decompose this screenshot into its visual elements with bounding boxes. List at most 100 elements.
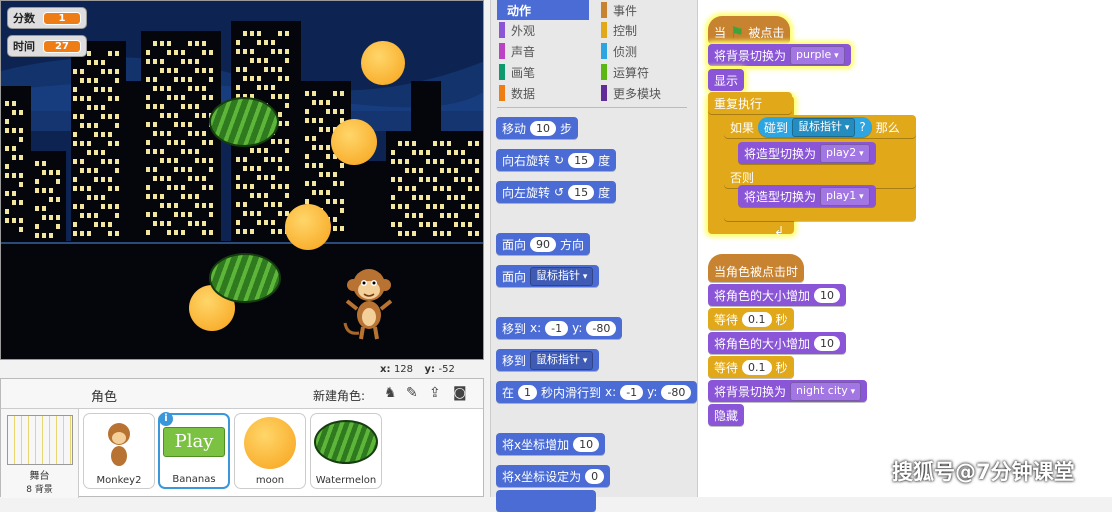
category-pen[interactable]: 画笔 [497, 62, 535, 82]
costume-dropdown[interactable]: play1 [820, 186, 870, 206]
point-direction-block[interactable]: 面向 90 方向 [496, 233, 591, 255]
building-window [73, 87, 77, 92]
switch-backdrop-block[interactable]: 将背景切换为 night city [708, 380, 868, 402]
y-input[interactable]: -80 [586, 320, 617, 336]
monkey-sprite[interactable] [339, 263, 399, 343]
category-data[interactable]: 数据 [497, 83, 535, 103]
scripts-area[interactable]: 当 ⚑ 被点击 将背景切换为purple 显示 重复执行 如果 碰到 鼠标指针 … [698, 0, 1112, 497]
choose-sprite-icon[interactable]: ♞ [384, 385, 397, 401]
x-change-input[interactable]: 10 [573, 436, 600, 452]
x-input[interactable]: -1 [620, 384, 644, 400]
costume-dropdown[interactable]: play2 [820, 143, 870, 163]
point-towards-block[interactable]: 面向 鼠标指针 [496, 265, 600, 287]
category-more-blocks[interactable]: 更多模块 [599, 83, 661, 103]
sprite-tile-selected[interactable]: i Play Bananas [158, 412, 230, 489]
direction-input[interactable]: 90 [530, 236, 557, 252]
category-sound[interactable]: 声音 [497, 41, 535, 61]
paint-sprite-icon[interactable]: ✎ [406, 385, 418, 401]
camera-icon[interactable]: ◙ [453, 385, 467, 401]
turn-right-block[interactable]: 向右旋转 ↻ 15 度 [496, 149, 617, 171]
category-looks[interactable]: 外观 [497, 20, 535, 40]
forever-header[interactable]: 重复执行 [708, 92, 792, 114]
stage[interactable]: 分数 1 时间 27 [0, 0, 484, 360]
building-window [19, 137, 23, 142]
size-input[interactable]: 10 [814, 335, 841, 351]
category-motion[interactable]: 动作 [497, 0, 589, 20]
building-window [12, 110, 16, 115]
building-window [101, 150, 105, 155]
building-window [108, 141, 112, 146]
goto-dropdown[interactable]: 鼠标指针 [530, 350, 594, 370]
x-input[interactable]: -1 [545, 320, 569, 336]
backdrop-dropdown[interactable]: night city [790, 381, 862, 401]
size-input[interactable]: 10 [814, 287, 841, 303]
touching-dropdown[interactable]: 鼠标指针 [792, 117, 856, 137]
switch-costume-block[interactable]: 将造型切换为 play1 [738, 185, 876, 207]
move-steps-block[interactable]: 移动 10 步 [496, 117, 579, 139]
upload-sprite-icon[interactable]: ⇪ [429, 385, 441, 401]
degrees-input[interactable]: 15 [568, 184, 595, 200]
set-x-block[interactable]: 将x坐标设定为 0 [496, 465, 611, 487]
category-operators[interactable]: 运算符 [599, 62, 649, 82]
score-monitor[interactable]: 分数 1 [7, 7, 87, 29]
sprite-tile[interactable]: moon [234, 413, 306, 489]
stage-thumbnail[interactable]: 舞台 8 背景 [1, 409, 79, 498]
building-window [101, 204, 105, 209]
building-window [101, 60, 105, 65]
category-sensing[interactable]: 侦测 [599, 41, 637, 61]
category-events[interactable]: 事件 [599, 0, 637, 20]
steps-input[interactable]: 10 [530, 120, 557, 136]
moon-sprite[interactable] [285, 204, 331, 250]
show-block[interactable]: 显示 [708, 69, 745, 91]
info-icon[interactable]: i [159, 412, 173, 426]
wait-input[interactable]: 0.1 [742, 359, 772, 375]
building-window [285, 58, 289, 63]
wait-block[interactable]: 等待 0.1 秒 [708, 308, 794, 330]
change-size-block[interactable]: 将角色的大小增加 10 [708, 284, 847, 306]
sprite-tile[interactable]: Monkey2 [83, 413, 155, 489]
moon-sprite[interactable] [331, 119, 377, 165]
goto-xy-block[interactable]: 移到 x: -1 y: -80 [496, 317, 623, 339]
backdrop-dropdown[interactable]: purple [790, 45, 845, 65]
watermelon-sprite[interactable] [209, 253, 281, 303]
building-window [167, 131, 171, 136]
seconds-input[interactable]: 1 [518, 384, 538, 400]
x-value-input[interactable]: 0 [585, 468, 605, 484]
building-window [160, 203, 164, 208]
when-flag-clicked-block[interactable]: 当 ⚑ 被点击 [708, 16, 791, 44]
y-input[interactable]: -80 [661, 384, 692, 400]
turn-left-block[interactable]: 向左旋转 ↺ 15 度 [496, 181, 617, 203]
when-sprite-clicked-block[interactable]: 当角色被点击时 [708, 254, 805, 282]
degrees-input[interactable]: 15 [568, 152, 595, 168]
goto-block[interactable]: 移到 鼠标指针 [496, 349, 600, 371]
next-block-partial[interactable] [496, 490, 596, 512]
glide-block[interactable]: 在 1 秒内滑行到 x: -1 y: -80 [496, 381, 698, 403]
switch-backdrop-block[interactable]: 将背景切换为 purple [708, 44, 851, 66]
block-text: 移到 [502, 353, 527, 368]
block-text: 向右旋转 [502, 153, 551, 168]
if-header[interactable]: 如果 碰到 鼠标指针 ? 那么 [724, 116, 916, 138]
building-window [285, 94, 289, 99]
building-window [19, 227, 23, 232]
building-window [257, 76, 261, 81]
touching-block[interactable]: 碰到 鼠标指针 ? [758, 117, 872, 137]
category-control[interactable]: 控制 [599, 20, 637, 40]
time-monitor[interactable]: 时间 27 [7, 35, 87, 57]
building-window [433, 186, 437, 191]
switch-costume-block[interactable]: 将造型切换为 play2 [738, 142, 876, 164]
building-window [426, 204, 430, 209]
category-label: 声音 [511, 44, 536, 59]
wait-block[interactable]: 等待 0.1 秒 [708, 356, 794, 378]
moon-sprite[interactable] [361, 41, 405, 85]
building-window [326, 190, 330, 195]
wait-input[interactable]: 0.1 [742, 311, 772, 327]
building-window [80, 231, 84, 236]
sprite-tile[interactable]: Watermelon [310, 413, 382, 489]
building-window [35, 224, 39, 229]
hide-block[interactable]: 隐藏 [708, 404, 745, 426]
watermelon-sprite[interactable] [209, 97, 279, 147]
change-x-block[interactable]: 将x坐标增加 10 [496, 433, 606, 455]
towards-dropdown[interactable]: 鼠标指针 [530, 266, 594, 286]
building-window [278, 211, 282, 216]
change-size-block[interactable]: 将角色的大小增加 10 [708, 332, 847, 354]
